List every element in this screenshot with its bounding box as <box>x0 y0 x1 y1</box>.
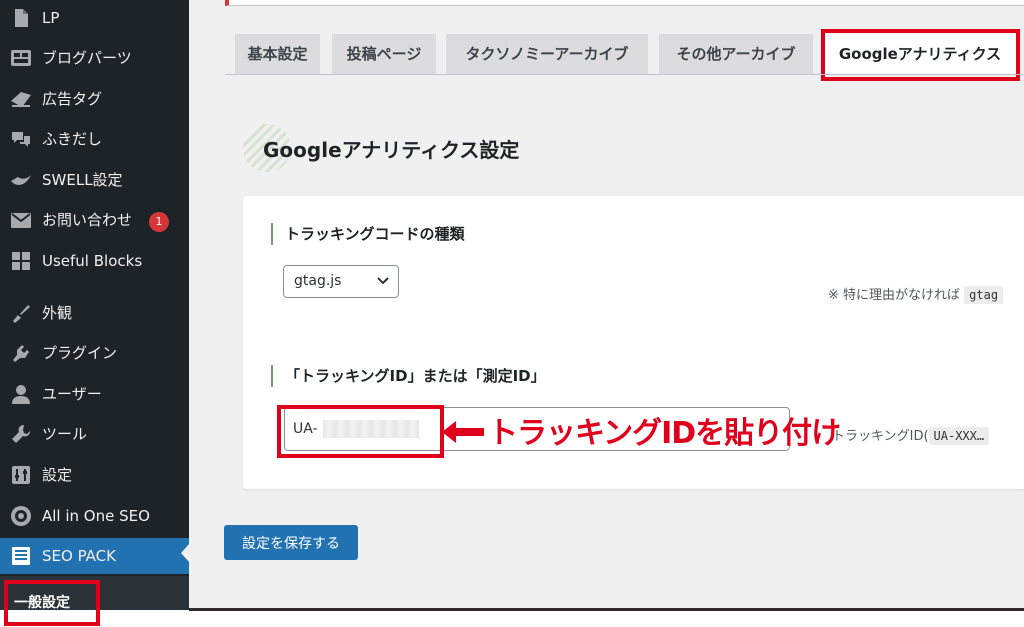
notification-badge: 1 <box>149 212 169 232</box>
sidebar-item-label: Useful Blocks <box>42 252 143 270</box>
code-type-note: ※ 特に理由がなければ gtag <box>828 284 1004 304</box>
section-title: Googleアナリティクス設定 <box>263 138 520 162</box>
sidebar-item-label: LP <box>42 9 60 27</box>
plugin-icon <box>10 343 32 363</box>
sidebar-item-label: 外観 <box>42 304 73 322</box>
sidebar-item-label: お問い合わせ <box>42 211 133 229</box>
page-icon <box>10 8 32 28</box>
sidebar-item-seo-pack[interactable]: SEO PACK <box>0 538 189 574</box>
sidebar-item-settings[interactable]: 設定 <box>0 457 189 493</box>
wrench-icon <box>10 424 32 444</box>
sliders-icon <box>10 465 32 485</box>
sidebar-item-label: All in One SEO <box>42 507 150 525</box>
sidebar-item-label: プラグイン <box>42 344 118 362</box>
sidebar-item-contact[interactable]: お問い合わせ 1 <box>0 202 189 238</box>
field-label-tracking-id: 「トラッキングID」または「測定ID」 <box>271 365 546 387</box>
ad-tag-icon <box>10 89 32 109</box>
sidebar-item-label: ブログパーツ <box>42 49 132 67</box>
highlight-box-submenu <box>4 580 100 626</box>
sidebar-item-useful-blocks[interactable]: Useful Blocks <box>0 243 189 279</box>
sidebar-item-label: SWELL設定 <box>42 171 123 189</box>
swell-icon <box>10 170 32 190</box>
note-code: gtag <box>964 286 1004 304</box>
tab-post-page[interactable]: 投稿ページ <box>332 34 436 74</box>
active-menu-pointer <box>181 544 189 562</box>
blocks-icon <box>10 48 32 68</box>
sidebar-item-plugins[interactable]: プラグイン <box>0 335 189 371</box>
speech-bubble-icon <box>10 129 32 149</box>
mail-icon <box>10 210 32 230</box>
sidebar-item-swell-settings[interactable]: SWELL設定 <box>0 162 189 198</box>
tabs-divider <box>225 74 1024 75</box>
sidebar-item-aioseo[interactable]: All in One SEO <box>0 498 189 534</box>
sidebar-item-label: ツール <box>42 425 88 443</box>
code-type-select[interactable]: gtag.js <box>283 265 399 298</box>
sidebar-item-label: 設定 <box>42 466 73 484</box>
tab-basic-settings[interactable]: 基本設定 <box>235 34 320 74</box>
sidebar-item-label: 広告タグ <box>42 90 103 108</box>
bottom-border <box>189 608 1024 611</box>
annotation-text: トラッキングIDを貼り付け <box>488 416 841 451</box>
sidebar-item-users[interactable]: ユーザー <box>0 376 189 412</box>
sidebar-item-tools[interactable]: ツール <box>0 416 189 452</box>
highlight-box-input <box>277 405 444 458</box>
user-icon <box>10 384 32 404</box>
sidebar-item-ad-tag[interactable]: 広告タグ <box>0 81 189 117</box>
note-text: ※ 特に理由がなければ <box>828 288 961 303</box>
sidebar-item-label: ふきだし <box>42 130 103 148</box>
sidebar-item-label: SEO PACK <box>42 547 116 565</box>
note-code: UA-XXX… <box>928 427 990 445</box>
sidebar-item-fukidashi[interactable]: ふきだし <box>0 121 189 157</box>
tab-other-archive[interactable]: その他アーカイブ <box>659 34 813 74</box>
sidebar-item-appearance[interactable]: 外観 <box>0 295 189 331</box>
field-label-code-type: トラッキングコードの種類 <box>271 223 465 245</box>
chevron-down-icon <box>377 277 389 285</box>
admin-sidebar: LP ブログパーツ 広告タグ ふきだし SWELL設定 お問い合わせ 1 Use… <box>0 0 189 610</box>
brush-icon <box>10 303 32 323</box>
annotation-arrow-icon <box>442 421 484 443</box>
save-settings-button[interactable]: 設定を保存する <box>224 525 358 560</box>
sidebar-item-lp[interactable]: LP <box>0 0 189 36</box>
sidebar-item-blog-parts[interactable]: ブログパーツ <box>0 40 189 76</box>
tracking-id-note: トラッキングID(UA-XXX… <box>832 425 990 445</box>
aioseo-icon <box>10 506 32 526</box>
grid-icon <box>10 251 32 271</box>
admin-notice <box>225 0 1024 6</box>
sidebar-item-label: ユーザー <box>42 385 102 403</box>
note-text: トラッキングID( <box>832 429 929 444</box>
select-value: gtag.js <box>294 273 342 289</box>
tab-taxonomy-archive[interactable]: タクソノミーアーカイブ <box>446 34 648 74</box>
list-icon <box>10 546 32 566</box>
